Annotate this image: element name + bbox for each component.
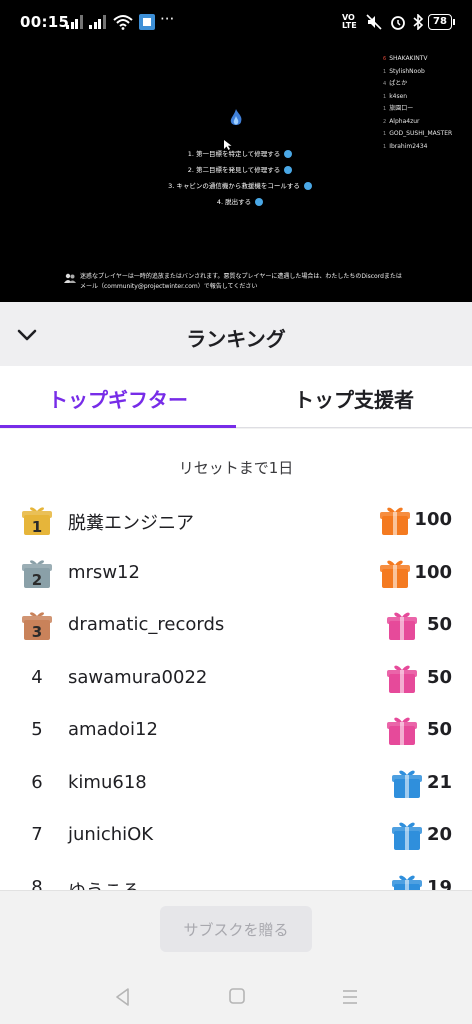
leaderboard-row[interactable]: 6 kimu618 21 bbox=[0, 764, 472, 816]
gift-count: 50 bbox=[426, 719, 452, 740]
objective-icon bbox=[284, 166, 293, 174]
gift-icon bbox=[378, 503, 412, 537]
more-dots-icon: ··· bbox=[160, 10, 175, 28]
player-entry: 1 GOD_SUSHI_MASTER bbox=[383, 130, 453, 137]
tab-top-gifters[interactable]: トップギフター bbox=[0, 384, 236, 413]
svg-text:1: 1 bbox=[32, 518, 42, 536]
gifter-name: junichiOK bbox=[68, 824, 154, 845]
objectives-list: 1. 第一目標を特定して修理する 2. 第二目標を発見して修理する 3. キャビ… bbox=[120, 146, 360, 210]
alarm-icon bbox=[391, 16, 405, 30]
panel-title: ランキング bbox=[186, 327, 286, 351]
gift-icon bbox=[385, 713, 419, 747]
reset-countdown: リセットまで1日 bbox=[178, 459, 294, 477]
gifter-name: kimu618 bbox=[68, 771, 147, 793]
objective-item: 2. 第二目標を発見して修理する bbox=[120, 162, 360, 178]
svg-text:3: 3 bbox=[32, 623, 42, 641]
leaderboard-row[interactable]: 3 dramatic_records 50 bbox=[0, 606, 472, 658]
stream-video[interactable]: 1. 第一目標を特定して修理する 2. 第二目標を発見して修理する 3. キャビ… bbox=[0, 46, 472, 302]
gift-sub-button[interactable]: サブスクを贈る bbox=[160, 906, 312, 952]
gift-count: 50 bbox=[426, 666, 452, 688]
gifter-name: dramatic_records bbox=[68, 614, 225, 635]
gifter-name: mrsw12 bbox=[68, 561, 140, 583]
leaderboard-row[interactable]: 8 ゆうころ 19 bbox=[0, 869, 472, 891]
leaderboard-row[interactable]: 1 脱糞エンジニア 100 bbox=[0, 501, 472, 553]
signal-icon bbox=[89, 15, 106, 29]
home-icon[interactable] bbox=[227, 986, 247, 1006]
tab-top-supporters[interactable]: トップ支援者 bbox=[236, 384, 472, 413]
battery-icon: 78 bbox=[428, 14, 455, 30]
signal-icon bbox=[66, 15, 83, 29]
gift-count: 100 bbox=[414, 561, 452, 583]
rank-medal-icon: 1 bbox=[21, 505, 53, 537]
bluetooth-icon bbox=[413, 14, 424, 30]
gifter-name: ゆうころ bbox=[68, 877, 140, 891]
gift-count: 20 bbox=[426, 824, 452, 845]
gift-icon bbox=[390, 818, 424, 852]
mute-icon bbox=[366, 14, 382, 30]
player-entry: 2 Alpha4zur bbox=[383, 117, 420, 125]
leaderboard-row[interactable]: 4 sawamura0022 50 bbox=[0, 659, 472, 711]
gift-count: 21 bbox=[426, 771, 452, 793]
gift-icon bbox=[385, 661, 419, 695]
gift-icon bbox=[390, 766, 424, 800]
objective-item: 4. 脱出する bbox=[120, 194, 360, 210]
footer: サブスクを贈る bbox=[0, 890, 472, 970]
status-time: 00:15 bbox=[20, 13, 70, 31]
status-bar: 00:15 ··· VO LTE 78 bbox=[0, 0, 472, 46]
active-tab-indicator bbox=[0, 425, 236, 428]
ranking-header: ランキング bbox=[0, 302, 472, 366]
ranking-tabs: トップギフター トップ支援者 bbox=[0, 366, 472, 428]
objective-icon bbox=[303, 182, 312, 190]
gifter-name: amadoi12 bbox=[68, 719, 158, 740]
gift-icon bbox=[385, 608, 419, 642]
gift-count: 100 bbox=[414, 509, 452, 530]
player-entry: 1 Ibrahim2434 bbox=[383, 142, 428, 150]
player-entry: 6 SHAKAKINTV bbox=[383, 55, 428, 62]
objective-item: 1. 第一目標を特定して修理する bbox=[120, 146, 360, 162]
player-entry: 1 StylishNoob bbox=[383, 67, 425, 75]
gift-icon bbox=[390, 871, 424, 890]
rank-medal-icon: 3 bbox=[21, 610, 53, 642]
rank-number: 5 bbox=[31, 719, 43, 740]
flame-icon bbox=[230, 109, 242, 125]
objective-icon bbox=[255, 198, 264, 206]
objective-icon bbox=[284, 150, 293, 158]
gift-icon bbox=[378, 556, 412, 590]
rank-number: 8 bbox=[31, 876, 43, 891]
rank-medal-icon: 2 bbox=[21, 558, 53, 590]
app-notification-icon bbox=[139, 14, 155, 30]
rank-number: 7 bbox=[31, 824, 43, 845]
player-list: 6 SHAKAKINTV 1 StylishNoob 4 ぱとか 1 k4sen 1 旅園… bbox=[383, 53, 452, 153]
leaderboard-row[interactable]: 7 junichiOK 20 bbox=[0, 816, 472, 868]
gifter-name: 脱糞エンジニア bbox=[68, 513, 194, 534]
android-nav-bar bbox=[0, 970, 472, 1024]
leaderboard[interactable]: リセットまで1日 1 脱糞エンジニア 100 2 mrsw12 100 3 dramatic_… bbox=[0, 429, 472, 890]
player-entry: 1 k4sen bbox=[383, 92, 408, 100]
objective-item: 3. キャビンの通信機から救援機をコールする bbox=[120, 178, 360, 194]
volte-indicator: VO LTE bbox=[342, 13, 357, 30]
rank-number: 4 bbox=[31, 666, 43, 688]
svg-text:2: 2 bbox=[32, 571, 42, 589]
rank-number: 6 bbox=[31, 771, 43, 793]
back-icon[interactable] bbox=[112, 986, 134, 1008]
players-warning-icon bbox=[64, 273, 76, 283]
leaderboard-row[interactable]: 5 amadoi12 50 bbox=[0, 711, 472, 763]
gift-count: 50 bbox=[426, 614, 452, 635]
wifi-icon bbox=[113, 15, 133, 30]
player-entry: 4 ぱとか bbox=[383, 80, 408, 87]
leaderboard-row[interactable]: 2 mrsw12 100 bbox=[0, 554, 472, 606]
menu-icon[interactable] bbox=[340, 986, 360, 1008]
game-warning-text: 迷惑なプレイヤーは一時的追放またはバンされます。悪質なプレイヤーに遭遇した場合は… bbox=[64, 272, 414, 292]
gift-count: 19 bbox=[426, 876, 452, 891]
gifter-name: sawamura0022 bbox=[68, 666, 208, 688]
player-entry: 1 旅園口ー bbox=[383, 105, 414, 112]
